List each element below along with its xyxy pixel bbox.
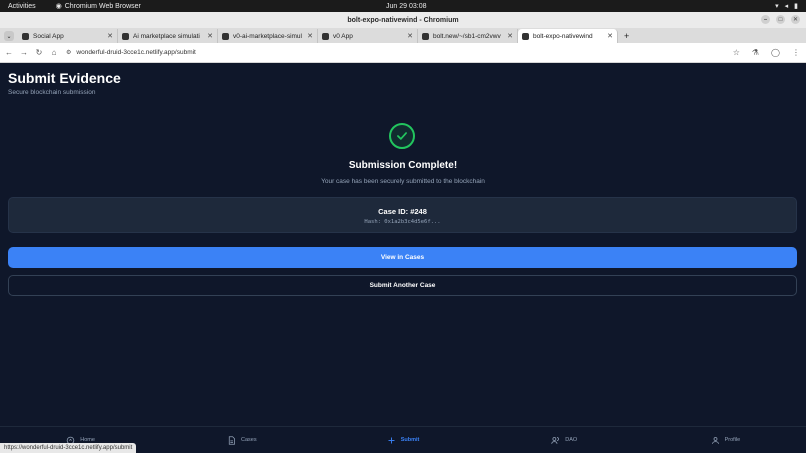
tab-label: bolt.new/~/sb1-cm2vwv [433,32,501,40]
home-icon[interactable]: ⌂ [48,47,60,59]
forward-icon[interactable]: → [18,47,30,59]
tab-favicon-icon [422,32,429,40]
nav-item-dao[interactable]: DAO [484,427,645,453]
window-controls: – □ ✕ [761,15,800,24]
toolbar-actions: ☆ ⚗ ◯ ⋮ [733,48,800,57]
plus-icon [388,437,395,443]
page-subtitle: Secure blockchain submission [8,89,96,96]
tab-close-icon[interactable]: ✕ [507,32,513,40]
view-in-cases-button[interactable]: View in Cases [8,247,797,268]
tab-favicon-icon [22,32,29,40]
menu-icon[interactable]: ⋮ [792,48,800,57]
user-icon [711,436,719,444]
tab-label: v0 App [333,32,353,40]
nav-label: Profile [724,437,741,443]
tab-v0-ai-marketplace[interactable]: v0-ai-marketplace-simul ✕ [218,29,318,43]
nav-item-submit[interactable]: Submit [322,427,483,453]
submit-another-case-button[interactable]: Submit Another Case [8,275,797,296]
volume-icon: ◂ [784,3,789,10]
url-text[interactable]: wonderful-druid-3cce1c.netlify.app/submi… [76,49,195,56]
nav-label: DAO [565,437,578,443]
page-title: Submit Evidence [8,70,121,86]
status-bar-url: https://wonderful-druid-3cce1c.netlify.a… [0,443,137,453]
tab-bolt-expo-nativewind[interactable]: bolt-expo-nativewind ✕ [518,29,618,43]
nav-label: Submit [400,437,420,443]
tab-search-icon[interactable]: ⌄ [4,31,14,41]
tab-favicon-icon [522,32,529,40]
bookmark-star-icon[interactable]: ☆ [733,48,740,57]
tab-favicon-icon [222,32,229,40]
clock[interactable]: Jun 29 03:08 [386,3,426,10]
tab-v0-app[interactable]: v0 App ✕ [318,29,418,43]
tab-bolt-new[interactable]: bolt.new/~/sb1-cm2vwv ✕ [418,29,518,43]
tab-label: Ai marketplace simulati [133,32,200,40]
app-menu[interactable]: ◉ Chromium Web Browser [55,2,141,11]
extensions-icon[interactable]: ⚗ [752,48,759,57]
battery-icon: ▮ [794,3,798,10]
wifi-icon: ▾ [775,3,779,10]
system-top-bar: Activities ◉ Chromium Web Browser Jun 29… [0,0,806,12]
tab-favicon-icon [122,32,129,40]
tab-close-icon[interactable]: ✕ [307,32,313,40]
success-subtitle: Your case has been securely submitted to… [321,178,485,185]
tab-label: bolt-expo-nativewind [533,32,593,40]
toolbar: ← → ↻ ⌂ ⚙ wonderful-druid-3cce1c.netlify… [0,43,806,63]
tab-close-icon[interactable]: ✕ [607,32,613,40]
tab-label: v0-ai-marketplace-simul [233,32,302,40]
success-check-icon [389,123,415,149]
case-info-card: Case ID: #248 Hash: 0x1a2b3c4d5e6f... [8,197,797,233]
tab-close-icon[interactable]: ✕ [107,32,113,40]
window-title: bolt-expo-nativewind - Chromium [347,16,459,24]
file-icon [228,435,235,445]
close-icon[interactable]: ✕ [791,15,800,24]
case-id: Case ID: #248 [378,207,427,216]
reload-icon[interactable]: ↻ [33,47,45,59]
tab-label: Social App [33,32,64,40]
system-tray[interactable]: ▾ ◂ ▮ [775,2,798,10]
nav-label: Cases [241,437,257,443]
back-icon[interactable]: ← [3,47,15,59]
site-info-icon[interactable]: ⚙ [66,49,71,56]
users-icon [551,436,560,444]
profile-icon[interactable]: ◯ [771,48,780,57]
window-title-bar: bolt-expo-nativewind - Chromium – □ ✕ [0,12,806,28]
app-name: Chromium Web Browser [64,2,141,10]
tab-strip: ⌄ Social App ✕ Ai marketplace simulati ✕… [0,28,806,43]
tab-ai-marketplace[interactable]: Ai marketplace simulati ✕ [118,29,218,43]
new-tab-button[interactable]: + [624,31,629,41]
maximize-icon[interactable]: □ [776,15,785,24]
tab-close-icon[interactable]: ✕ [207,32,213,40]
minimize-icon[interactable]: – [761,15,770,24]
activities-button[interactable]: Activities [8,3,36,10]
page-content: Submit Evidence Secure blockchain submis… [0,63,806,453]
tab-close-icon[interactable]: ✕ [407,32,413,40]
chromium-icon: ◉ [55,3,62,10]
success-title: Submission Complete! [348,160,458,171]
tab-social-app[interactable]: Social App ✕ [18,29,118,43]
nav-item-cases[interactable]: Cases [161,427,322,453]
tab-favicon-icon [322,32,329,40]
address-bar[interactable]: ⚙ wonderful-druid-3cce1c.netlify.app/sub… [66,49,196,56]
case-hash: Hash: 0x1a2b3c4d5e6f... [364,219,441,225]
nav-item-profile[interactable]: Profile [645,427,806,453]
